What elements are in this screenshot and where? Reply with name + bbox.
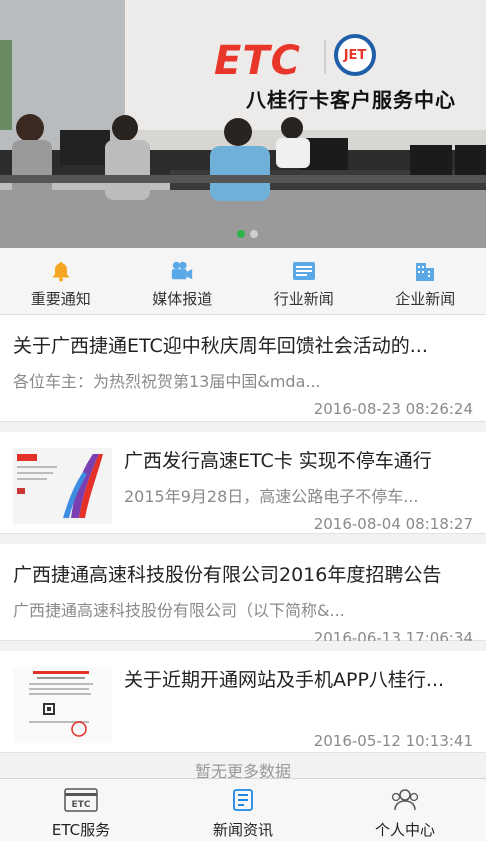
news-summary: 各位车主：为热烈祝贺第13届中国&mda... (13, 368, 473, 392)
bottom-tab-bar: ETC ETC服务 新闻资讯 个人中心 (0, 778, 486, 841)
tab-label: 新闻资讯 (213, 819, 273, 840)
tab-news[interactable]: 新闻资讯 (162, 779, 324, 841)
news-title: 广西发行高速ETC卡 实现不停车通行 (124, 446, 473, 473)
tab-personal-center[interactable]: 个人中心 (324, 779, 486, 841)
category-label: 行业新闻 (274, 288, 334, 309)
brand-badge-text: JET (344, 48, 367, 63)
brand-badge-icon: JET (334, 34, 376, 76)
category-label: 媒体报道 (152, 288, 212, 309)
carousel-dot-2[interactable] (250, 230, 258, 238)
news-item[interactable]: 关于广西捷通ETC迎中秋庆周年回馈社会活动的... 各位车主：为热烈祝贺第13届… (0, 315, 486, 422)
svg-text:ETC: ETC (72, 800, 91, 810)
news-item[interactable]: 广西捷通高速科技股份有限公司2016年度招聘公告 广西捷通高速科技股份有限公司（… (0, 534, 486, 641)
building-icon (413, 260, 437, 282)
category-important-notice[interactable]: 重要通知 (0, 248, 122, 314)
brand-logo: ETC (214, 38, 301, 84)
news-date: 2016-08-23 08:26:24 (13, 400, 473, 418)
carousel-indicator (237, 230, 258, 238)
news-date: 2016-05-12 10:13:41 (124, 732, 473, 750)
tab-etc-service[interactable]: ETC ETC服务 (0, 779, 162, 841)
news-item[interactable]: 广西发行高速ETC卡 实现不停车通行 2015年9月28日，高速公路电子不停车.… (0, 422, 486, 534)
etc-card-icon: ETC (64, 787, 98, 813)
newspaper-icon (292, 260, 316, 282)
news-thumbnail (13, 448, 112, 524)
hero-banner[interactable]: ETC JET 八桂行卡客户服务中心 (0, 0, 486, 248)
brand-divider (324, 40, 326, 74)
news-item[interactable]: 关于近期开通网站及手机APP八桂行... 2016-05-12 10:13:41 (0, 641, 486, 753)
category-nav: 重要通知 媒体报道 行业新闻 企业新闻 (0, 248, 486, 315)
news-title: 关于近期开通网站及手机APP八桂行... (124, 665, 473, 692)
brand-subtitle: 八桂行卡客户服务中心 (246, 84, 456, 113)
news-summary: 广西捷通高速科技股份有限公司（以下简称&... (13, 597, 473, 621)
news-list: 关于广西捷通ETC迎中秋庆周年回馈社会活动的... 各位车主：为热烈祝贺第13届… (0, 315, 486, 753)
category-label: 重要通知 (31, 288, 91, 309)
category-company-news[interactable]: 企业新闻 (365, 248, 486, 314)
category-industry-news[interactable]: 行业新闻 (243, 248, 365, 314)
tab-label: 个人中心 (375, 819, 435, 840)
news-summary: 2015年9月28日，高速公路电子不停车... (124, 483, 473, 507)
news-title: 关于广西捷通ETC迎中秋庆周年回馈社会活动的... (13, 331, 473, 358)
category-label: 企业新闻 (395, 288, 455, 309)
news-title: 广西捷通高速科技股份有限公司2016年度招聘公告 (13, 560, 473, 587)
video-camera-icon (170, 260, 194, 282)
news-date: 2016-08-04 08:18:27 (124, 515, 473, 533)
news-icon (233, 787, 253, 813)
carousel-dot-1[interactable] (237, 230, 245, 238)
people-icon (390, 787, 420, 813)
bell-icon (49, 260, 73, 282)
category-media-report[interactable]: 媒体报道 (122, 248, 244, 314)
news-thumbnail (13, 667, 112, 743)
tab-label: ETC服务 (52, 819, 110, 840)
